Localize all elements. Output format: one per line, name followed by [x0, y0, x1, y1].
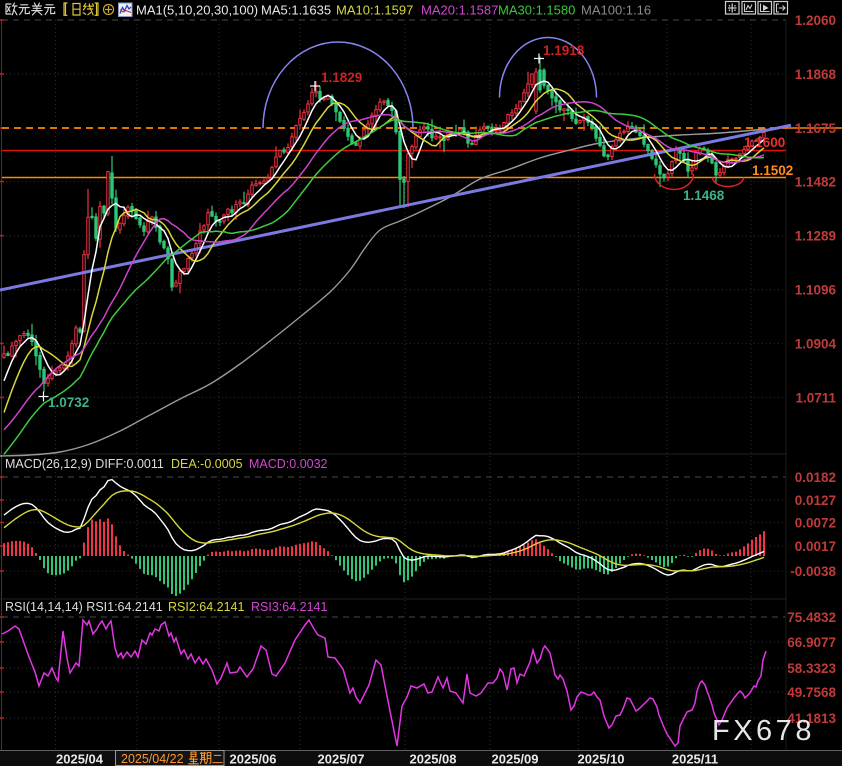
svg-text:MACD(26,12,9) DIFF:0.0011: MACD(26,12,9) DIFF:0.0011	[5, 457, 164, 471]
svg-text:2025/04: 2025/04	[56, 752, 104, 766]
svg-text:1.1918: 1.1918	[543, 43, 585, 58]
svg-text:49.7568: 49.7568	[787, 685, 836, 700]
svg-text:1.2060: 1.2060	[795, 13, 836, 28]
svg-text:-0.0038: -0.0038	[790, 564, 836, 579]
svg-text:1.1868: 1.1868	[795, 67, 837, 82]
svg-text:1.1675: 1.1675	[795, 121, 837, 136]
svg-text:66.9077: 66.9077	[787, 635, 836, 650]
svg-text:MA20:1.1587: MA20:1.1587	[421, 3, 498, 18]
svg-text:1.0904: 1.0904	[795, 336, 837, 351]
svg-text:MA1(5,10,20,30,100): MA1(5,10,20,30,100)	[136, 3, 258, 18]
svg-text:1.0732: 1.0732	[48, 395, 89, 410]
svg-text:1.1600: 1.1600	[744, 135, 785, 150]
svg-text:2025/09: 2025/09	[492, 752, 539, 766]
svg-text:1.0711: 1.0711	[795, 390, 836, 405]
svg-text:0.0127: 0.0127	[795, 493, 836, 508]
svg-text:0.0072: 0.0072	[795, 516, 836, 531]
svg-text:1.1096: 1.1096	[795, 283, 837, 298]
svg-text:75.4832: 75.4832	[787, 610, 836, 625]
svg-text:MA100:1.16: MA100:1.16	[581, 3, 651, 18]
svg-text:FX678: FX678	[712, 715, 815, 747]
svg-text:2025/08: 2025/08	[410, 752, 457, 766]
svg-text:2025/04/22: 2025/04/22	[121, 752, 184, 766]
svg-text:58.3323: 58.3323	[787, 661, 836, 676]
svg-text:0.0017: 0.0017	[795, 539, 836, 554]
svg-text:MA10:1.1597: MA10:1.1597	[336, 3, 413, 18]
svg-text:2025/07: 2025/07	[318, 752, 365, 766]
svg-text:DEA:-0.0005: DEA:-0.0005	[171, 457, 243, 471]
svg-text:RSI2:64.2141: RSI2:64.2141	[168, 600, 244, 614]
svg-text:MACD:0.0032: MACD:0.0032	[249, 457, 328, 471]
svg-text:1.1482: 1.1482	[795, 175, 836, 190]
svg-text:2025/10: 2025/10	[578, 752, 625, 766]
svg-text:RSI3:64.2141: RSI3:64.2141	[251, 600, 327, 614]
svg-text:1.1289: 1.1289	[795, 229, 836, 244]
svg-text:MA30:1.1580: MA30:1.1580	[498, 3, 575, 18]
svg-text:0.0182: 0.0182	[795, 470, 836, 485]
svg-text:1.1502: 1.1502	[752, 163, 793, 178]
svg-text:1.1829: 1.1829	[321, 70, 362, 85]
svg-text:MA5:1.1635: MA5:1.1635	[261, 3, 331, 18]
svg-text:2025/06: 2025/06	[230, 752, 277, 766]
svg-text:2025/11: 2025/11	[672, 752, 718, 766]
svg-text:RSI(14,14,14) RSI1:64.2141: RSI(14,14,14) RSI1:64.2141	[5, 600, 163, 614]
svg-text:1.1468: 1.1468	[683, 188, 725, 203]
